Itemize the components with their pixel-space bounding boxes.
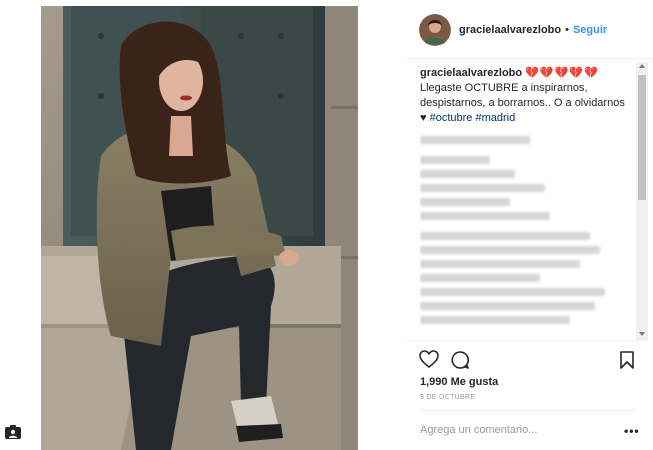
- blurred-comment: [420, 212, 550, 220]
- comment-input[interactable]: Agrega un comentario...: [420, 424, 537, 436]
- separator-dot: •: [565, 24, 569, 36]
- scrollbar-thumb[interactable]: [638, 75, 646, 200]
- post-header: gracielaalvarezlobo • Seguir: [419, 10, 607, 50]
- likes-count[interactable]: 1,990 Me gusta: [420, 376, 498, 388]
- blurred-comment: [420, 170, 515, 178]
- post-date[interactable]: 9 DE OCTUBRE: [420, 394, 475, 401]
- blurred-comment: [420, 274, 540, 282]
- camera-icon[interactable]: [4, 424, 22, 440]
- scroll-down-arrow-icon[interactable]: [639, 332, 645, 336]
- avatar[interactable]: [419, 14, 451, 46]
- bookmark-icon[interactable]: [620, 351, 634, 374]
- comment-icon[interactable]: [450, 350, 470, 375]
- blurred-comment: [420, 302, 595, 310]
- heart-icon[interactable]: [419, 350, 439, 373]
- scroll-up-arrow-icon[interactable]: [639, 64, 645, 68]
- blurred-comment: [420, 136, 530, 144]
- blurred-comment: [420, 260, 580, 268]
- follow-button[interactable]: Seguir: [573, 24, 607, 36]
- blurred-comment: [420, 184, 545, 192]
- blurred-comment: [420, 246, 600, 254]
- username-link[interactable]: gracielaalvarezlobo: [459, 24, 561, 36]
- comment-divider: [420, 410, 636, 411]
- caption-hashtags[interactable]: #octubre #madrid: [430, 112, 516, 124]
- caption-emojis: 💔💔💔💔💔: [525, 67, 599, 79]
- more-options-icon[interactable]: •••: [624, 424, 640, 438]
- comments-list: gracielaalvarezlobo 💔💔💔💔💔 Llegaste OCTUB…: [420, 66, 634, 338]
- caption: gracielaalvarezlobo 💔💔💔💔💔 Llegaste OCTUB…: [420, 66, 634, 126]
- blurred-comment: [420, 156, 490, 164]
- post-photo: [41, 6, 358, 450]
- actions-divider: [407, 340, 647, 341]
- blurred-comment: [420, 198, 510, 206]
- caption-username[interactable]: gracielaalvarezlobo: [420, 67, 522, 79]
- header-divider: [407, 58, 653, 59]
- blurred-comment: [420, 232, 590, 240]
- blurred-comment: [420, 288, 605, 296]
- blurred-comment: [420, 316, 570, 324]
